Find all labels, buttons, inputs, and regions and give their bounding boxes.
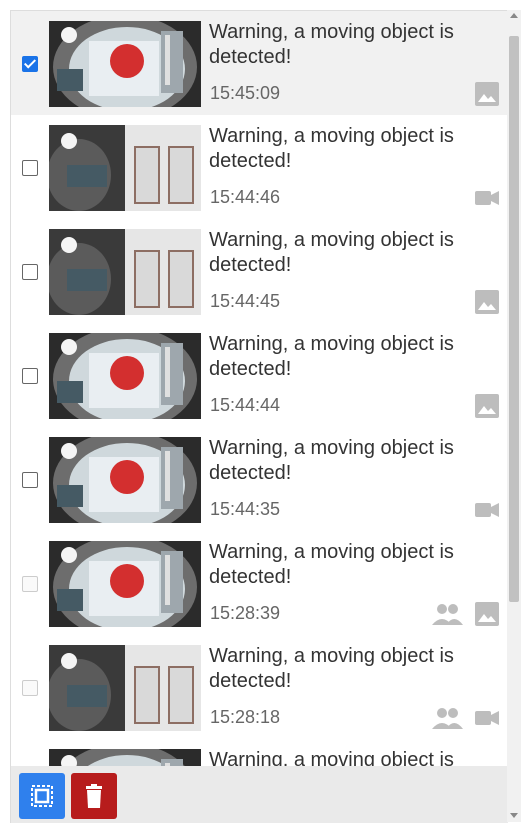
event-thumbnail[interactable] [49,229,201,315]
event-item[interactable]: Warning, a moving object is detected! 15:… [11,427,508,531]
event-message: Warning, a moving object is detected! [209,437,454,484]
event-message: Warning, a moving object is detected! [209,541,454,588]
event-checkbox[interactable] [22,160,38,176]
event-time: 15:44:46 [210,187,281,207]
event-time: 15:44:45 [210,291,281,311]
event-item[interactable]: Warning, a moving object is detected! 15:… [11,323,508,427]
video-icon[interactable] [474,497,500,523]
person-detected-icon [430,705,464,731]
event-message: Warning, a moving object is detected! [209,21,454,68]
event-time: 15:45:09 [210,83,281,103]
event-checkbox[interactable] [22,472,38,488]
event-item[interactable]: Warning, a moving object is detected! 15:… [11,219,508,323]
event-time: 15:28:39 [210,603,281,623]
event-time: 15:44:35 [210,499,281,519]
image-icon[interactable] [474,601,500,627]
event-item[interactable]: Warning, a moving object is detected! 15:… [11,531,508,635]
event-item[interactable]: Warning, a moving object is detected! 15:… [11,635,508,739]
event-checkbox[interactable] [22,368,38,384]
event-panel: Warning, a moving object is detected! 15:… [10,10,508,823]
select-all-button[interactable] [19,773,65,819]
delete-button[interactable] [71,773,117,819]
select-all-icon [31,785,53,807]
trash-icon [86,784,102,808]
event-thumbnail[interactable] [49,645,201,731]
event-message: Warning, a moving object is [209,749,454,766]
event-list: Warning, a moving object is detected! 15:… [11,11,508,766]
event-thumbnail[interactable] [49,437,201,523]
image-icon[interactable] [474,81,500,107]
event-item[interactable]: Warning, a moving object is detected! 15:… [11,11,508,115]
person-detected-icon [430,601,464,627]
image-icon[interactable] [474,289,500,315]
event-message: Warning, a moving object is detected! [209,645,454,692]
event-thumbnail[interactable] [49,125,201,211]
scrollbar[interactable] [507,10,521,822]
event-message: Warning, a moving object is detected! [209,125,454,172]
event-checkbox[interactable] [22,264,38,280]
event-time: 15:28:18 [210,707,281,727]
event-checkbox [22,680,38,696]
event-checkbox[interactable] [22,56,38,72]
scroll-down-arrow-icon[interactable] [510,813,518,818]
scrollbar-thumb[interactable] [509,36,519,602]
video-icon[interactable] [474,705,500,731]
event-item[interactable]: Warning, a moving object is [11,739,508,766]
event-thumbnail[interactable] [49,333,201,419]
scroll-up-arrow-icon[interactable] [510,13,518,18]
event-checkbox [22,576,38,592]
event-message: Warning, a moving object is detected! [209,333,454,380]
event-time: 15:44:44 [210,395,281,415]
action-toolbar [11,766,508,823]
event-thumbnail[interactable] [49,21,201,107]
event-thumbnail[interactable] [49,541,201,627]
event-thumbnail[interactable] [49,749,201,766]
video-icon[interactable] [474,185,500,211]
event-item[interactable]: Warning, a moving object is detected! 15:… [11,115,508,219]
image-icon[interactable] [474,393,500,419]
event-message: Warning, a moving object is detected! [209,229,454,276]
